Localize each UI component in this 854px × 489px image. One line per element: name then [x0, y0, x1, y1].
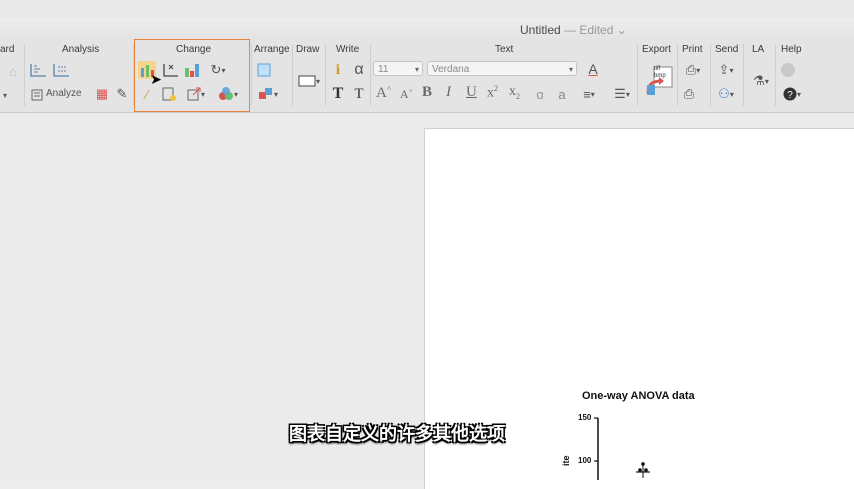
font-name-value: Verdana: [432, 64, 470, 75]
data-point: [638, 468, 642, 472]
draw-shape-icon[interactable]: ▾: [295, 72, 323, 90]
magic-wand-icon[interactable]: ⁄: [138, 85, 156, 103]
subscript-icon[interactable]: x2: [509, 84, 520, 101]
alpha-icon[interactable]: α: [350, 61, 368, 79]
document-title[interactable]: Untitled — Edited ⌄: [520, 23, 680, 37]
help-book-icon[interactable]: [779, 61, 797, 79]
separator: [637, 44, 638, 106]
bar-format-icon[interactable]: [183, 61, 201, 79]
separator: [775, 44, 776, 106]
print-icon[interactable]: ⎙ ▾: [680, 61, 706, 79]
print-preview-icon[interactable]: ⎙: [680, 85, 698, 103]
bold-icon[interactable]: B: [422, 84, 432, 101]
export-format-badge: tiff bmp: [654, 66, 666, 79]
xy-table-icon[interactable]: [29, 61, 47, 79]
group-title-send: Send: [715, 44, 739, 55]
y-tick-label: 150: [578, 413, 592, 422]
y-axis-label: ite: [561, 455, 571, 466]
font-size-select[interactable]: 11 ▾: [373, 61, 423, 76]
align-text-icon[interactable]: ≡ ▾: [574, 85, 604, 103]
refresh-icon[interactable]: ↻ ▾: [206, 61, 230, 79]
group-title-export: Export: [642, 44, 671, 55]
text-box-icon[interactable]: T: [350, 85, 368, 103]
arrange-objects-icon[interactable]: ▾: [255, 85, 281, 103]
send-network-icon[interactable]: ⚇ ▾: [713, 85, 739, 103]
group-title-print: Print: [682, 44, 703, 55]
group-title-la: LA: [752, 44, 765, 55]
separator: [24, 44, 25, 106]
font-name-select[interactable]: Verdana ▾: [427, 61, 577, 76]
title-bar: [0, 18, 854, 40]
group-title-analysis: Analysis: [62, 44, 100, 55]
share-icon[interactable]: ⇪ ▾: [713, 61, 739, 79]
text-tool-icon[interactable]: T: [329, 85, 347, 103]
color-scheme-icon[interactable]: ▾: [215, 85, 241, 103]
group-title-draw: Draw: [296, 44, 320, 55]
group-title-write: Write: [336, 44, 360, 55]
y-tick-label: 100: [578, 456, 592, 465]
add-data-icon[interactable]: [160, 85, 178, 103]
top-strip: [0, 0, 854, 19]
magic-wand-icon[interactable]: ✎: [113, 85, 131, 103]
font-size-value: 11: [378, 64, 389, 75]
font-color-icon[interactable]: A: [584, 60, 602, 78]
symbol-icon[interactable]: ɑ: [531, 85, 549, 103]
separator: [251, 44, 252, 106]
analyze-button[interactable]: Analyze: [46, 88, 82, 99]
wizard-green-icon[interactable]: ⌂: [4, 62, 22, 80]
separator: [743, 44, 744, 106]
align-icon[interactable]: [255, 61, 273, 79]
font-larger-icon[interactable]: A˄: [376, 84, 391, 102]
edited-status: Edited: [579, 23, 614, 37]
chevron-down-icon[interactable]: ▾: [0, 86, 10, 104]
underline-icon[interactable]: U: [466, 84, 477, 101]
help-icon[interactable]: ? ▾: [779, 85, 805, 103]
analyze-icon[interactable]: [30, 86, 44, 104]
chart-title[interactable]: One-way ANOVA data: [582, 390, 695, 402]
arrow-export-icon[interactable]: ▾: [184, 85, 208, 103]
group-title-help: Help: [781, 44, 802, 55]
separator: [325, 44, 326, 106]
video-subtitle: 图表自定义的许多其他选项: [289, 424, 505, 445]
superscript-icon[interactable]: x2: [487, 84, 498, 102]
table-red-icon[interactable]: ▦: [93, 85, 111, 103]
separator: [370, 44, 371, 106]
data-point: [641, 462, 645, 466]
separator: [292, 44, 293, 106]
font-smaller-icon[interactable]: A˅: [400, 87, 413, 102]
group-title-text: Text: [495, 44, 514, 55]
italic-icon[interactable]: I: [446, 84, 451, 101]
separator: [710, 44, 711, 106]
axis-format-icon[interactable]: [161, 61, 179, 79]
column-table-icon[interactable]: [52, 61, 70, 79]
separator: [677, 44, 678, 106]
info-text-icon[interactable]: ℹ: [329, 61, 347, 79]
baseline-icon[interactable]: a: [553, 85, 571, 103]
document-name: Untitled: [520, 23, 561, 37]
group-title-arrange: Arrange: [254, 44, 290, 55]
group-title-wizard: ard: [0, 44, 15, 55]
line-spacing-icon[interactable]: ☰ ▾: [608, 85, 636, 103]
svg-text:?: ?: [787, 90, 793, 101]
data-point: [644, 468, 648, 472]
lab-archive-icon[interactable]: ⚗ ▾: [748, 72, 774, 90]
